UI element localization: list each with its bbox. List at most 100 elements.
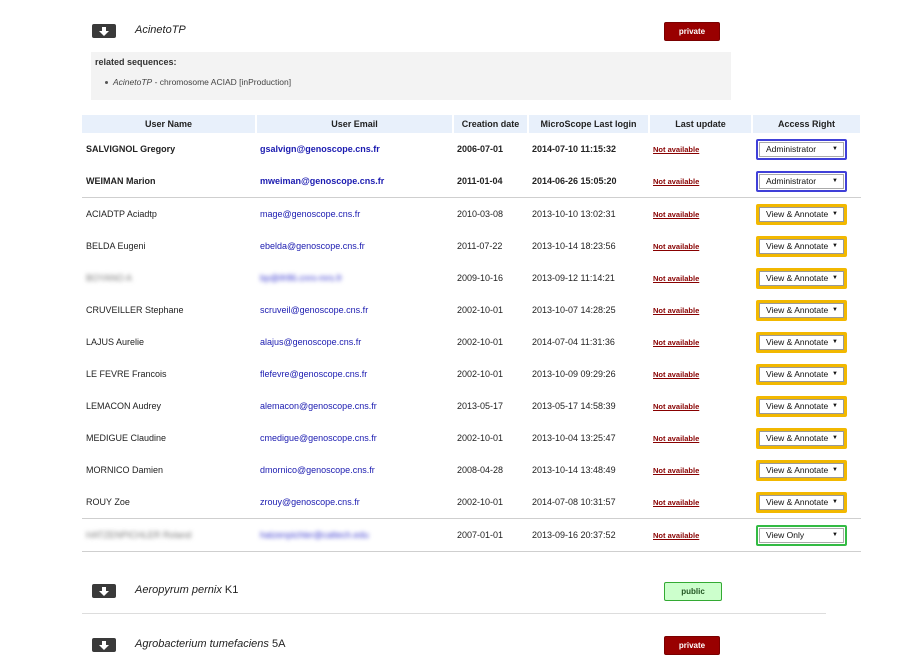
access-right-select[interactable]: View & Annotate ▼ xyxy=(759,430,844,446)
user-name-cell: BELDA Eugeni xyxy=(86,241,146,251)
last-update-link[interactable]: Not available xyxy=(649,422,752,454)
user-email-link[interactable]: scruveil@genoscope.cns.fr xyxy=(256,294,453,326)
creation-date-cell: 2002-10-01 xyxy=(457,369,504,379)
column-header-last-login: MicroScope Last login xyxy=(528,115,650,133)
creation-date-cell: 2013-05-17 xyxy=(457,401,504,411)
creation-date-cell: 2002-10-01 xyxy=(457,305,504,315)
table-row: BOYANO A bp@ifr86.cnrs-mrs.fr 2009-10-16… xyxy=(82,262,861,294)
creation-date-cell: 2011-07-22 xyxy=(457,241,503,251)
user-email-link[interactable]: ebelda@genoscope.cns.fr xyxy=(256,230,453,262)
last-login-cell: 2013-10-14 13:48:49 xyxy=(532,465,616,475)
access-right-select[interactable]: View & Annotate ▼ xyxy=(759,366,844,382)
last-login-cell: 2014-07-10 11:15:32 xyxy=(532,144,617,154)
creation-date-cell: 2006-07-01 xyxy=(457,144,504,154)
user-name-cell: WEIMAN Marion xyxy=(86,176,156,186)
caret-down-icon: ▼ xyxy=(832,275,838,281)
related-sequence-item: AcinetoTP - chromosome ACIAD [inProducti… xyxy=(104,77,292,87)
user-email-link[interactable]: cmedigue@genoscope.cns.fr xyxy=(256,422,453,454)
last-update-link[interactable]: Not available xyxy=(649,294,752,326)
last-update-link[interactable]: Not available xyxy=(649,486,752,519)
access-right-cell: View & Annotate ▼ xyxy=(752,486,861,519)
access-select-frame: Administrator ▼ xyxy=(756,138,847,160)
last-update-link[interactable]: Not available xyxy=(649,262,752,294)
table-row: ROUY Zoe zrouy@genoscope.cns.fr 2002-10-… xyxy=(82,486,861,519)
redacted-user-email: bp@ifr86.cnrs-mrs.fr xyxy=(260,273,343,283)
access-right-select[interactable]: Administrator ▼ xyxy=(759,141,844,157)
column-header-user-email: User Email xyxy=(256,115,454,133)
table-row: HATZENPICHLER Roland hatzenpichler@calte… xyxy=(82,518,861,552)
access-right-select[interactable]: Administrator ▼ xyxy=(759,173,844,189)
user-name-cell: ROUY Zoe xyxy=(86,497,130,507)
column-header-creation-date: Creation date xyxy=(453,115,529,133)
access-right-cell: View & Annotate ▼ xyxy=(752,422,861,454)
user-email-link[interactable]: flefevre@genoscope.cns.fr xyxy=(256,358,453,390)
user-email-link[interactable]: bp@ifr86.cnrs-mrs.fr xyxy=(256,262,453,294)
last-update-link[interactable]: Not available xyxy=(649,133,752,165)
download-arrow-icon xyxy=(99,640,109,650)
last-update-link[interactable]: Not available xyxy=(649,358,752,390)
access-right-select[interactable]: View Only ▼ xyxy=(759,527,844,543)
access-right-select[interactable]: View & Annotate ▼ xyxy=(759,398,844,414)
table-row: WEIMAN Marion mweiman@genoscope.cns.fr 2… xyxy=(82,165,861,198)
last-update-link[interactable]: Not available xyxy=(649,230,752,262)
last-login-cell: 2014-07-08 10:31:57 xyxy=(532,497,616,507)
download-arrow-icon xyxy=(99,586,109,596)
expand-project-button[interactable] xyxy=(92,24,116,38)
caret-down-icon: ▼ xyxy=(832,178,838,184)
visibility-badge-private: private xyxy=(664,636,720,655)
access-right-select[interactable]: View & Annotate ▼ xyxy=(759,238,844,254)
user-name-cell: ACIADTP Aciadtp xyxy=(82,197,256,230)
creation-date-cell: 2010-03-08 xyxy=(453,197,528,230)
creation-date-cell: 2007-01-01 xyxy=(453,518,528,552)
user-name-cell: LAJUS Aurelie xyxy=(86,337,145,347)
expand-project-button[interactable] xyxy=(92,638,116,652)
last-update-link[interactable]: Not available xyxy=(649,197,752,230)
user-name-cell: BOYANO A xyxy=(82,262,256,294)
visibility-badge-public: public xyxy=(664,582,722,601)
related-sequences-panel: related sequences: AcinetoTP - chromosom… xyxy=(91,52,731,100)
user-email-link[interactable]: dmornico@genoscope.cns.fr xyxy=(256,454,453,486)
table-row: MEDIGUE Claudine cmedigue@genoscope.cns.… xyxy=(82,422,861,454)
last-update-link[interactable]: Not available xyxy=(649,454,752,486)
caret-down-icon: ▼ xyxy=(832,146,838,152)
access-right-select[interactable]: View & Annotate ▼ xyxy=(759,494,844,510)
project-name: AcinetoTP xyxy=(135,24,186,36)
last-update-link[interactable]: Not available xyxy=(649,326,752,358)
user-email-link[interactable]: alemacon@genoscope.cns.fr xyxy=(256,390,453,422)
creation-date-cell: 2009-10-16 xyxy=(457,273,504,283)
access-select-frame: View & Annotate ▼ xyxy=(756,491,847,513)
last-login-cell: 2013-10-09 09:29:26 xyxy=(532,369,616,379)
user-email-link[interactable]: hatzenpichler@caltech.edu xyxy=(256,518,453,552)
access-right-select[interactable]: View & Annotate ▼ xyxy=(759,302,844,318)
last-login-cell: 2013-10-10 13:02:31 xyxy=(528,197,649,230)
caret-down-icon: ▼ xyxy=(832,339,838,345)
access-select-frame: View & Annotate ▼ xyxy=(756,395,847,417)
last-update-link[interactable]: Not available xyxy=(649,390,752,422)
user-email-link[interactable]: mweiman@genoscope.cns.fr xyxy=(256,165,453,198)
access-right-select[interactable]: View & Annotate ▼ xyxy=(759,206,844,222)
user-email-link[interactable]: alajus@genoscope.cns.fr xyxy=(256,326,453,358)
creation-date-cell: 2011-01-04 xyxy=(457,176,503,186)
user-email-link[interactable]: mage@genoscope.cns.fr xyxy=(256,197,453,230)
access-right-select[interactable]: View & Annotate ▼ xyxy=(759,270,844,286)
access-select-frame: Administrator ▼ xyxy=(756,170,847,192)
user-email-link[interactable]: gsalvign@genoscope.cns.fr xyxy=(256,133,453,165)
access-right-select[interactable]: View & Annotate ▼ xyxy=(759,462,844,478)
caret-down-icon: ▼ xyxy=(832,243,838,249)
access-right-cell: Administrator ▼ xyxy=(752,133,861,165)
access-right-cell: View & Annotate ▼ xyxy=(752,326,861,358)
user-name-cell: LEMACON Audrey xyxy=(86,401,162,411)
creation-date-cell: 2002-10-01 xyxy=(457,337,504,347)
access-select-frame: View & Annotate ▼ xyxy=(756,363,847,385)
caret-down-icon: ▼ xyxy=(832,532,838,538)
table-row: SALVIGNOL Gregory gsalvign@genoscope.cns… xyxy=(82,133,861,165)
last-update-link[interactable]: Not available xyxy=(649,518,752,552)
redacted-user-email: hatzenpichler@caltech.edu xyxy=(260,530,369,540)
download-arrow-icon xyxy=(99,26,109,36)
creation-date-cell: 2008-04-28 xyxy=(457,465,504,475)
last-update-link[interactable]: Not available xyxy=(649,165,752,198)
access-right-select[interactable]: View & Annotate ▼ xyxy=(759,334,844,350)
expand-project-button[interactable] xyxy=(92,584,116,598)
user-email-link[interactable]: zrouy@genoscope.cns.fr xyxy=(256,486,453,519)
access-select-frame: View & Annotate ▼ xyxy=(756,299,847,321)
